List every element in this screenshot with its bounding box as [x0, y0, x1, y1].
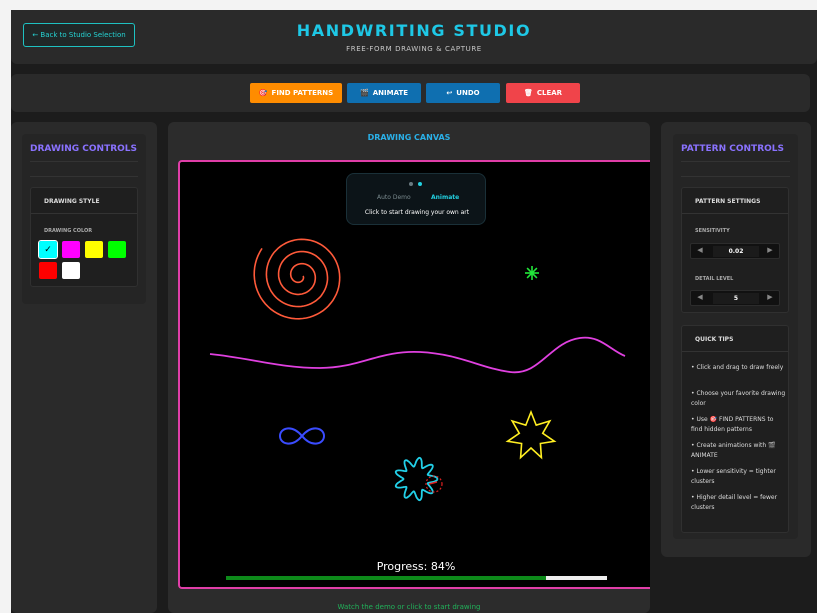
tab-animate[interactable]: Animate [431, 194, 459, 201]
color-swatch-green[interactable] [108, 241, 126, 258]
pattern-settings-card: PATTERN SETTINGS SENSITIVITY ◀ 0.02 ▶ DE… [681, 187, 789, 313]
tip-item: • Create animations with 🎬 ANIMATE [691, 442, 776, 459]
detail-increase-icon[interactable]: ▶ [764, 293, 776, 304]
trash-icon: 🗑 [523, 89, 533, 97]
divider [30, 176, 138, 177]
undo-button[interactable]: ↩ UNDO [426, 83, 500, 103]
clear-label: CLEAR [536, 89, 563, 97]
toolbar: 🎯 FIND PATTERNS 🎬 ANIMATE ↩ UNDO 🗑 CLEAR [11, 74, 810, 112]
sensitivity-decrease-icon[interactable]: ◀ [694, 246, 706, 257]
drawing-canvas[interactable]: Auto Demo Animate Click to start drawing… [178, 160, 650, 589]
pager-dot-active[interactable] [418, 182, 422, 186]
sensitivity-stepper: ◀ 0.02 ▶ [690, 243, 780, 259]
infinity-stroke [278, 427, 326, 445]
pattern-settings-title: PATTERN SETTINGS [682, 188, 788, 214]
wave-stroke [209, 336, 626, 374]
progress-bar [226, 576, 607, 580]
tip-item: • Click and drag to draw freely [691, 364, 784, 371]
undo-label: UNDO [456, 89, 480, 97]
divider [30, 161, 138, 162]
progress-label: Progress: 84% [376, 560, 456, 573]
checkmark-icon: ✓ [44, 244, 52, 255]
tip-item: • Choose your favorite drawing color [691, 390, 786, 407]
quick-tips-title: QUICK TIPS [682, 326, 788, 352]
pattern-controls-title: PATTERN CONTROLS [681, 144, 784, 154]
target-icon: 🎯 [258, 89, 268, 97]
divider [681, 176, 790, 177]
pattern-controls-panel: PATTERN CONTROLS PATTERN SETTINGS SENSIT… [673, 134, 798, 539]
canvas-artwork [209, 238, 626, 502]
tip-item: • Use 🎯 FIND PATTERNS to find hidden pat… [691, 416, 774, 433]
color-swatch-cyan[interactable]: ✓ [38, 240, 58, 259]
animate-button[interactable]: 🎬 ANIMATE [347, 83, 421, 103]
drawing-color-label: DRAWING COLOR [44, 228, 93, 234]
sensitivity-increase-icon[interactable]: ▶ [764, 246, 776, 257]
header: ← Back to Studio Selection HANDWRITING S… [11, 10, 817, 64]
detail-level-label: DETAIL LEVEL [695, 276, 734, 282]
tip-item: • Higher detail level = fewer clusters [691, 494, 778, 511]
sensitivity-label: SENSITIVITY [695, 228, 730, 234]
drawing-controls-title: DRAWING CONTROLS [30, 144, 138, 154]
canvas-title: DRAWING CANVAS [367, 133, 451, 142]
footer-hint: Watch the demo or click to start drawing [337, 603, 481, 611]
color-swatch-yellow[interactable] [85, 241, 103, 258]
tab-auto-demo[interactable]: Auto Demo [377, 194, 411, 201]
color-swatch-white[interactable] [62, 262, 80, 279]
drawing-style-title: DRAWING STYLE [31, 188, 137, 214]
undo-icon: ↩ [446, 89, 453, 97]
color-swatch-magenta[interactable] [62, 241, 80, 258]
clapperboard-icon: 🎬 [360, 89, 369, 97]
find-patterns-button[interactable]: 🎯 FIND PATTERNS [250, 83, 342, 103]
sensitivity-value[interactable]: 0.02 [713, 246, 759, 257]
color-swatch-red[interactable] [39, 262, 57, 279]
drawing-controls-panel: DRAWING CONTROLS DRAWING STYLE DRAWING C… [22, 134, 146, 304]
quick-tips-card: QUICK TIPS • Click and drag to draw free… [681, 325, 789, 533]
blob-stroke [394, 456, 439, 502]
demo-hint: Click to start drawing your own art [364, 209, 470, 216]
page-subtitle: FREE-FORM DRAWING & CAPTURE [346, 45, 482, 53]
detail-level-value[interactable]: 5 [713, 293, 759, 304]
spiral-stroke [253, 238, 341, 320]
find-patterns-label: FIND PATTERNS [271, 89, 334, 97]
star-stroke [505, 409, 557, 460]
demo-mode-card: Auto Demo Animate Click to start drawing… [346, 173, 486, 225]
pager-dot[interactable] [409, 182, 413, 186]
drawing-style-card: DRAWING STYLE DRAWING COLOR ✓ [30, 187, 138, 287]
app-window: ← Back to Studio Selection HANDWRITING S… [11, 10, 817, 613]
burst-stroke [525, 266, 539, 280]
tip-item: • Lower sensitivity = tighter clusters [691, 468, 776, 485]
page-title: HANDWRITING STUDIO [296, 21, 532, 40]
detail-level-stepper: ◀ 5 ▶ [690, 290, 780, 306]
progress-fill [226, 576, 547, 580]
detail-decrease-icon[interactable]: ◀ [694, 293, 706, 304]
clear-button[interactable]: 🗑 CLEAR [506, 83, 580, 103]
divider [681, 161, 790, 162]
animate-label: ANIMATE [372, 89, 408, 97]
